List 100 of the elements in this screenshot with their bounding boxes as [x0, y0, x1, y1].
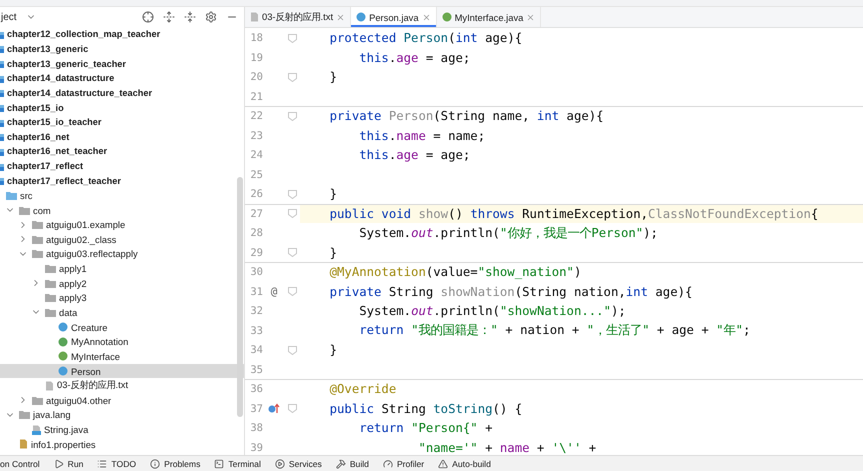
code-line: "name='" + name + '\'' + [417, 440, 596, 455]
tree-item[interactable]: data [0, 305, 244, 320]
editor-tab[interactable]: MyInterface.java [436, 7, 542, 27]
editor-tab[interactable]: Person.java [351, 7, 437, 27]
warning-icon [438, 458, 448, 468]
close-icon[interactable] [526, 12, 536, 22]
tree-item[interactable]: com [0, 202, 244, 218]
tree-item[interactable]: atguigu04.other [0, 393, 244, 408]
line-number: 22 [249, 110, 263, 122]
tree-item[interactable]: atguigu02._class [0, 232, 244, 247]
tree-item[interactable]: Creature [0, 320, 244, 334]
file-icon [250, 12, 259, 22]
tab-label: MyInterface.java [454, 12, 524, 22]
line-number: 19 [249, 52, 263, 64]
interface-icon [442, 12, 452, 22]
list-icon [97, 458, 108, 468]
code-line: return "我的国籍是：" + nation + "，生活了" + age + "年"; [358, 322, 750, 340]
tool-window-button[interactable]: Problems [150, 458, 200, 468]
line-number: 32 [249, 305, 263, 318]
tree-item[interactable]: Person [0, 364, 244, 378]
line-number: 23 [249, 130, 263, 142]
tool-window-button[interactable]: Auto-build [438, 458, 491, 468]
tool-window-button[interactable]: TODO [97, 458, 136, 468]
tree-item[interactable]: MyInterface [0, 349, 244, 364]
tree-item[interactable]: chapter15_io_teacher [0, 114, 244, 130]
tool-window-button[interactable]: Terminal [214, 458, 261, 468]
override-icon[interactable] [268, 403, 280, 414]
class-icon [58, 366, 68, 376]
tree-item[interactable]: apply1 [0, 261, 244, 276]
tree-item[interactable]: String.java [0, 422, 244, 437]
line-number: 21 [249, 90, 263, 103]
tool-window-button[interactable]: Services [274, 458, 322, 468]
tree-item[interactable]: chapter16_net [0, 129, 244, 144]
tree-item[interactable]: chapter12_collection_map_teacher [0, 27, 244, 42]
locate-icon[interactable] [142, 11, 154, 23]
tree-item[interactable]: chapter15_io [0, 100, 244, 115]
tree-item[interactable]: chapter13_generic [0, 42, 244, 56]
line-number: 33 [249, 324, 263, 337]
line-number: 26 [249, 188, 263, 200]
line-number: 27 [249, 208, 263, 220]
code-line: public void show() throws RuntimeException,ClassNotFoundException{ [328, 206, 818, 221]
interface-icon [58, 351, 68, 362]
tree-item[interactable]: chapter17_reflect [0, 158, 244, 174]
code-line: System.out.println("你好，我是一个Person"); [358, 224, 658, 242]
line-number: 20 [249, 71, 263, 84]
code-line: @Override [328, 382, 396, 396]
tree-item[interactable]: chapter14_datastructure [0, 70, 244, 86]
code-line: } [328, 187, 338, 202]
code-line: @MyAnnotation(value="show_nation") [328, 265, 582, 280]
tree-item[interactable]: java.lang [0, 408, 244, 422]
code-line: return "Person{" + [358, 421, 493, 436]
gutter-marker[interactable]: @ [270, 285, 278, 298]
tool-window-button[interactable]: Build [336, 458, 369, 468]
line-number: 18 [249, 32, 263, 44]
tab-label: Person.java [369, 12, 419, 22]
scrollbar-thumb[interactable] [237, 177, 243, 417]
code-line: } [328, 70, 338, 84]
info-icon [150, 458, 160, 468]
play-icon [54, 458, 64, 468]
line-number: 28 [249, 227, 263, 240]
line-number: 35 [249, 364, 263, 376]
line-number: 24 [249, 149, 263, 162]
tool-window-button[interactable]: Run [54, 458, 84, 468]
code-line: private String showNation(String nation,int age){ [328, 284, 692, 299]
tree-item[interactable]: atguigu01.example [0, 217, 244, 232]
file-icon [32, 424, 41, 435]
tree-item[interactable]: apply3 [0, 290, 244, 306]
tree-item[interactable]: apply2 [0, 276, 244, 291]
tree-item[interactable]: atguigu03.reflectapply [0, 246, 244, 262]
file-icon [19, 439, 28, 450]
tree-item[interactable]: chapter17_reflect_teacher [0, 173, 244, 188]
collapse-all-icon[interactable] [184, 11, 196, 23]
tree-item[interactable]: 03-反射的应用.txt [0, 378, 244, 394]
annotation-icon [58, 336, 68, 347]
panel-title[interactable]: ject [1, 12, 17, 22]
class-icon [356, 12, 366, 22]
class-icon [58, 322, 68, 332]
tree-item[interactable]: MyAnnotation [0, 334, 244, 350]
line-number: 38 [249, 422, 263, 434]
tree-item[interactable]: chapter13_generic_teacher [0, 56, 244, 71]
line-number: 31 [249, 286, 263, 298]
tree-item[interactable]: chapter14_datastructure_teacher [0, 86, 244, 100]
code-line: protected Person(int age){ [328, 31, 522, 46]
play-circle-icon [274, 458, 285, 468]
tree-item[interactable]: chapter16_net_teacher [0, 144, 244, 159]
code-line: } [328, 246, 338, 260]
close-icon[interactable] [336, 12, 346, 22]
close-icon[interactable] [422, 12, 431, 22]
tree-item[interactable]: src [0, 188, 244, 203]
tool-window-button[interactable]: Profiler [382, 458, 424, 468]
code-line: this.age = age; [358, 50, 470, 65]
settings-icon[interactable] [205, 11, 217, 23]
line-number: 39 [249, 442, 263, 454]
line-number: 37 [249, 402, 263, 415]
expand-all-icon[interactable] [163, 11, 175, 23]
tool-window-button[interactable]: on Control [0, 458, 40, 468]
hammer-icon [336, 458, 346, 468]
tree-item[interactable]: info1.properties [0, 436, 244, 452]
code-line: public String toString() { [328, 402, 522, 416]
code-line: System.out.println("showNation..."); [358, 304, 626, 318]
